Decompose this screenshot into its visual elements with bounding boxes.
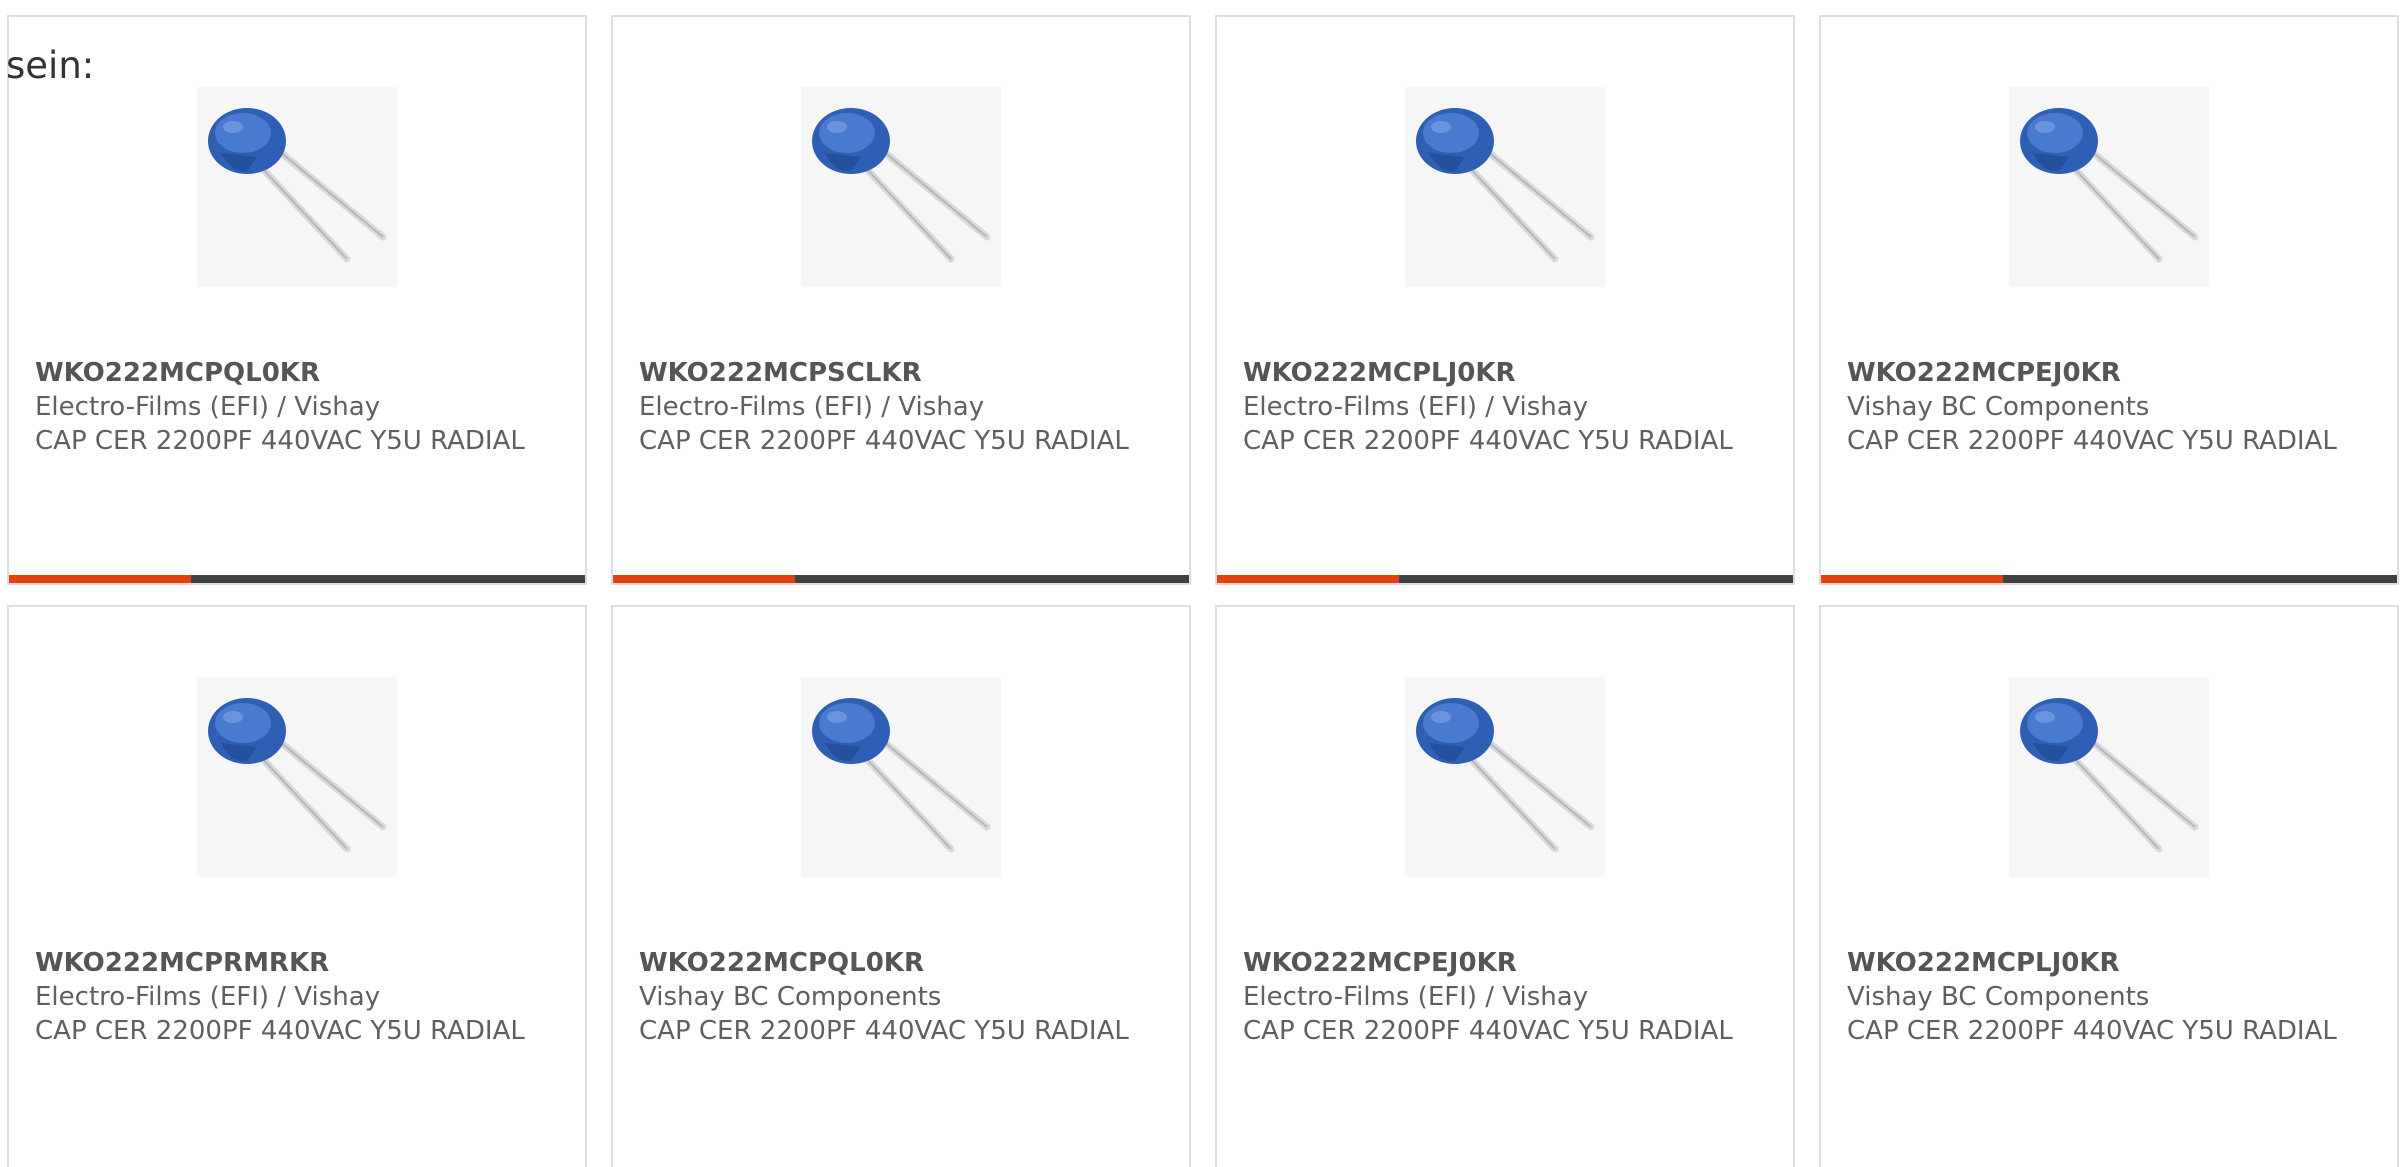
- capacitor-icon: [1405, 87, 1605, 287]
- page: sein: WKO222MCPQL0KR Electro-Films (EFI)…: [0, 0, 2400, 1167]
- card-accent-bar: [613, 575, 795, 583]
- description: CAP CER 2200PF 440VAC Y5U RADIAL: [639, 426, 1129, 456]
- intro-text: sein:: [6, 44, 95, 87]
- product-info: WKO222MCPQL0KR Vishay BC Components CAP …: [639, 946, 1159, 1048]
- capacitor-icon: [197, 87, 397, 287]
- manufacturer: Vishay BC Components: [1847, 392, 2150, 422]
- description: CAP CER 2200PF 440VAC Y5U RADIAL: [1847, 426, 2337, 456]
- product-grid: WKO222MCPQL0KR Electro-Films (EFI) / Vis…: [7, 15, 2399, 1167]
- description: CAP CER 2200PF 440VAC Y5U RADIAL: [35, 426, 525, 456]
- product-info: WKO222MCPRMRKR Electro-Films (EFI) / Vis…: [35, 946, 555, 1048]
- card-accent-bar: [1821, 575, 2003, 583]
- capacitor-icon: [1405, 677, 1605, 877]
- description: CAP CER 2200PF 440VAC Y5U RADIAL: [639, 1016, 1129, 1046]
- part-number-link[interactable]: WKO222MCPLJ0KR: [1847, 946, 2367, 980]
- product-info: WKO222MCPLJ0KR Vishay BC Components CAP …: [1847, 946, 2367, 1048]
- card-bottom-bar: [613, 575, 1189, 583]
- manufacturer: Electro-Films (EFI) / Vishay: [1243, 982, 1589, 1012]
- card-bottom-bar: [1821, 575, 2397, 583]
- manufacturer: Electro-Films (EFI) / Vishay: [35, 392, 381, 422]
- part-number-link[interactable]: WKO222MCPRMRKR: [35, 946, 555, 980]
- card-bottom-bar: [9, 575, 585, 583]
- part-number-link[interactable]: WKO222MCPQL0KR: [35, 356, 555, 390]
- manufacturer: Electro-Films (EFI) / Vishay: [1243, 392, 1589, 422]
- product-card[interactable]: WKO222MCPEJ0KR Vishay BC Components CAP …: [1819, 15, 2399, 585]
- product-card[interactable]: WKO222MCPRMRKR Electro-Films (EFI) / Vis…: [7, 605, 587, 1167]
- product-card[interactable]: WKO222MCPSCLKR Electro-Films (EFI) / Vis…: [611, 15, 1191, 585]
- product-info: WKO222MCPEJ0KR Vishay BC Components CAP …: [1847, 356, 2367, 458]
- manufacturer: Electro-Films (EFI) / Vishay: [35, 982, 381, 1012]
- description: CAP CER 2200PF 440VAC Y5U RADIAL: [1847, 1016, 2337, 1046]
- card-accent-bar: [1217, 575, 1399, 583]
- product-card[interactable]: WKO222MCPQL0KR Vishay BC Components CAP …: [611, 605, 1191, 1167]
- capacitor-icon: [801, 677, 1001, 877]
- description: CAP CER 2200PF 440VAC Y5U RADIAL: [1243, 426, 1733, 456]
- description: CAP CER 2200PF 440VAC Y5U RADIAL: [1243, 1016, 1733, 1046]
- manufacturer: Vishay BC Components: [639, 982, 942, 1012]
- manufacturer: Vishay BC Components: [1847, 982, 2150, 1012]
- product-info: WKO222MCPSCLKR Electro-Films (EFI) / Vis…: [639, 356, 1159, 458]
- capacitor-icon: [2009, 677, 2209, 877]
- product-info: WKO222MCPLJ0KR Electro-Films (EFI) / Vis…: [1243, 356, 1763, 458]
- description: CAP CER 2200PF 440VAC Y5U RADIAL: [35, 1016, 525, 1046]
- card-bottom-bar: [1217, 575, 1793, 583]
- part-number-link[interactable]: WKO222MCPSCLKR: [639, 356, 1159, 390]
- manufacturer: Electro-Films (EFI) / Vishay: [639, 392, 985, 422]
- capacitor-product-image[interactable]: [801, 677, 1001, 877]
- part-number-link[interactable]: WKO222MCPEJ0KR: [1847, 356, 2367, 390]
- capacitor-product-image[interactable]: [2009, 87, 2209, 287]
- capacitor-product-image[interactable]: [1405, 677, 1605, 877]
- product-card[interactable]: WKO222MCPQL0KR Electro-Films (EFI) / Vis…: [7, 15, 587, 585]
- product-info: WKO222MCPQL0KR Electro-Films (EFI) / Vis…: [35, 356, 555, 458]
- product-info: WKO222MCPEJ0KR Electro-Films (EFI) / Vis…: [1243, 946, 1763, 1048]
- product-card[interactable]: WKO222MCPLJ0KR Vishay BC Components CAP …: [1819, 605, 2399, 1167]
- part-number-link[interactable]: WKO222MCPEJ0KR: [1243, 946, 1763, 980]
- capacitor-product-image[interactable]: [801, 87, 1001, 287]
- capacitor-product-image[interactable]: [1405, 87, 1605, 287]
- card-accent-bar: [9, 575, 191, 583]
- part-number-link[interactable]: WKO222MCPQL0KR: [639, 946, 1159, 980]
- capacitor-product-image[interactable]: [197, 87, 397, 287]
- capacitor-icon: [2009, 87, 2209, 287]
- capacitor-product-image[interactable]: [197, 677, 397, 877]
- product-card[interactable]: WKO222MCPEJ0KR Electro-Films (EFI) / Vis…: [1215, 605, 1795, 1167]
- product-card[interactable]: WKO222MCPLJ0KR Electro-Films (EFI) / Vis…: [1215, 15, 1795, 585]
- capacitor-product-image[interactable]: [2009, 677, 2209, 877]
- capacitor-icon: [801, 87, 1001, 287]
- part-number-link[interactable]: WKO222MCPLJ0KR: [1243, 356, 1763, 390]
- capacitor-icon: [197, 677, 397, 877]
